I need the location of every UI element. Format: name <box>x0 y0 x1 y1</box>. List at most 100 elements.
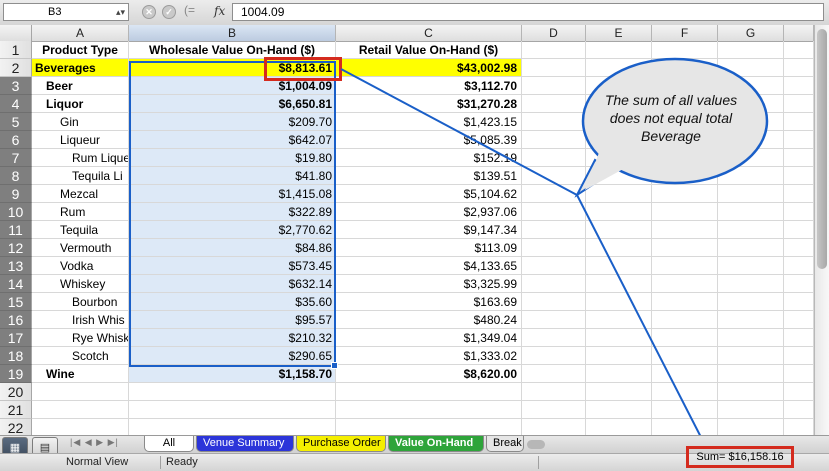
cell-retail-value[interactable] <box>336 419 522 435</box>
cell-empty[interactable] <box>718 185 784 203</box>
cell-empty[interactable] <box>718 203 784 221</box>
cell-empty[interactable] <box>784 311 814 329</box>
cell-empty[interactable] <box>718 221 784 239</box>
row-header[interactable]: 20 <box>0 383 32 401</box>
cell-empty[interactable] <box>586 203 652 221</box>
cell-wholesale-value[interactable]: $322.89 <box>129 203 336 221</box>
cell-empty[interactable] <box>652 239 718 257</box>
formula-input[interactable]: 1004.09 <box>232 3 824 21</box>
tab-break[interactable]: Break <box>486 436 524 452</box>
column-header-h[interactable] <box>784 25 814 41</box>
cell-product-type[interactable]: Irish Whis <box>32 311 129 329</box>
cell-wholesale-value[interactable]: $290.65 <box>129 347 336 365</box>
cell-wholesale-value[interactable] <box>129 419 336 435</box>
row-header[interactable]: 17 <box>0 329 32 347</box>
tab-purchase-order[interactable]: Purchase Order <box>296 436 386 452</box>
cell-empty[interactable] <box>522 275 586 293</box>
cell-empty[interactable] <box>652 311 718 329</box>
cell-empty[interactable] <box>718 275 784 293</box>
cell-empty[interactable] <box>718 41 784 59</box>
cell-wholesale-value[interactable]: $19.80 <box>129 149 336 167</box>
row-header[interactable]: 10 <box>0 203 32 221</box>
cell-wholesale-value[interactable]: $6,650.81 <box>129 95 336 113</box>
cell-empty[interactable] <box>652 275 718 293</box>
cell-empty[interactable] <box>784 383 814 401</box>
cell-empty[interactable] <box>652 329 718 347</box>
sheet-nav-arrows-icon[interactable]: |◀ ◀ ▶ ▶| <box>70 437 119 448</box>
cell-wholesale-value[interactable]: $642.07 <box>129 131 336 149</box>
cell-product-type[interactable]: Gin <box>32 113 129 131</box>
row-header[interactable]: 22 <box>0 419 32 435</box>
cell-empty[interactable] <box>586 59 652 77</box>
cell-empty[interactable] <box>784 95 814 113</box>
cell-empty[interactable] <box>586 185 652 203</box>
cell-retail-value[interactable]: $5,104.62 <box>336 185 522 203</box>
cell-empty[interactable] <box>784 221 814 239</box>
cell-empty[interactable] <box>784 365 814 383</box>
cell-empty[interactable] <box>586 293 652 311</box>
cell-empty[interactable] <box>522 131 586 149</box>
cell-empty[interactable] <box>784 275 814 293</box>
cell-empty[interactable] <box>522 419 586 435</box>
horizontal-scroll-thumb[interactable] <box>527 440 545 449</box>
cell-retail-value[interactable]: $480.24 <box>336 311 522 329</box>
column-header-e[interactable]: E <box>586 25 652 41</box>
tab-venue-summary[interactable]: Venue Summary <box>196 436 294 452</box>
cell-empty[interactable] <box>522 95 586 113</box>
cell-empty[interactable] <box>718 311 784 329</box>
cell-empty[interactable] <box>522 59 586 77</box>
cell-wholesale-value[interactable]: $632.14 <box>129 275 336 293</box>
cell-empty[interactable] <box>522 203 586 221</box>
cell-empty[interactable] <box>522 221 586 239</box>
cell-empty[interactable] <box>652 149 718 167</box>
row-header[interactable]: 3 <box>0 77 32 95</box>
cell-empty[interactable] <box>522 41 586 59</box>
select-all-corner[interactable] <box>0 25 32 41</box>
cell-retail-value[interactable]: $152.19 <box>336 149 522 167</box>
cell-retail-value[interactable]: $43,002.98 <box>336 59 522 77</box>
cell-empty[interactable] <box>586 365 652 383</box>
cell-empty[interactable] <box>784 167 814 185</box>
cell-empty[interactable] <box>718 257 784 275</box>
cell-retail-value[interactable]: $113.09 <box>336 239 522 257</box>
check-icon[interactable]: ✓ <box>162 5 176 19</box>
cell-empty[interactable] <box>784 419 814 435</box>
cell-empty[interactable] <box>652 347 718 365</box>
row-header[interactable]: 5 <box>0 113 32 131</box>
cell-wholesale-value[interactable] <box>129 383 336 401</box>
cell-empty[interactable] <box>718 149 784 167</box>
cell-product-type[interactable]: Beer <box>32 77 129 95</box>
column-header-c[interactable]: C <box>336 25 522 41</box>
cell-empty[interactable] <box>784 77 814 95</box>
cell-wholesale-value[interactable]: $210.32 <box>129 329 336 347</box>
cell-empty[interactable] <box>784 401 814 419</box>
row-header[interactable]: 16 <box>0 311 32 329</box>
cell-empty[interactable] <box>522 383 586 401</box>
cell-empty[interactable] <box>586 257 652 275</box>
vertical-scrollbar[interactable] <box>814 25 829 435</box>
cell-retail-value[interactable]: $1,349.04 <box>336 329 522 347</box>
cell-empty[interactable] <box>522 167 586 185</box>
cell-empty[interactable] <box>522 149 586 167</box>
column-header-f[interactable]: F <box>652 25 718 41</box>
cell-empty[interactable] <box>652 221 718 239</box>
cell-empty[interactable] <box>652 257 718 275</box>
cell-product-type[interactable]: Whiskey <box>32 275 129 293</box>
cell-product-type[interactable] <box>32 401 129 419</box>
cell-wholesale-value[interactable]: $1,158.70 <box>129 365 336 383</box>
cell-empty[interactable] <box>784 293 814 311</box>
cell-retail-value[interactable]: $3,112.70 <box>336 77 522 95</box>
cell-empty[interactable] <box>784 59 814 77</box>
cell-wholesale-value[interactable] <box>129 401 336 419</box>
row-header[interactable]: 8 <box>0 167 32 185</box>
cell-empty[interactable] <box>522 311 586 329</box>
column-header-b[interactable]: B <box>129 25 336 41</box>
cell-product-type[interactable] <box>32 419 129 435</box>
cell-empty[interactable] <box>784 113 814 131</box>
cell-empty[interactable] <box>652 419 718 435</box>
cell-empty[interactable] <box>784 131 814 149</box>
cell-retail-value[interactable]: $31,270.28 <box>336 95 522 113</box>
cell-empty[interactable] <box>652 185 718 203</box>
vertical-scroll-thumb[interactable] <box>817 29 827 269</box>
cell-empty[interactable] <box>718 293 784 311</box>
